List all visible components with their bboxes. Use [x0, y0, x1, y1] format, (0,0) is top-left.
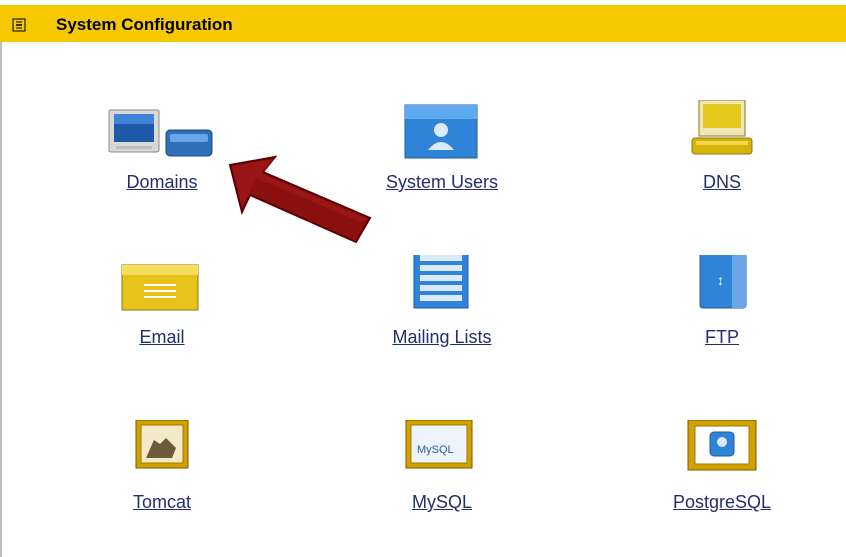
postgresql-link[interactable]: PostgreSQL — [612, 492, 832, 513]
system-configuration-panel: System Configuration Domains System User… — [0, 0, 846, 557]
postgresql-item[interactable]: PostgreSQL — [612, 420, 832, 520]
ftp-item[interactable]: ↕ FTP — [612, 255, 832, 355]
tomcat-item[interactable]: Tomcat — [52, 420, 272, 520]
email-item[interactable]: Email — [52, 255, 272, 355]
mysql-item[interactable]: MySQL MySQL — [332, 420, 552, 520]
svg-text:↕: ↕ — [717, 272, 724, 288]
pointer-arrow-icon — [228, 155, 372, 244]
email-icon — [121, 264, 199, 311]
svg-text:MySQL: MySQL — [417, 444, 454, 456]
mailing-lists-icon — [413, 255, 469, 309]
ftp-link[interactable]: FTP — [612, 327, 832, 348]
dns-item[interactable]: DNS — [612, 100, 832, 200]
email-link[interactable]: Email — [52, 327, 272, 348]
tomcat-icon — [135, 420, 189, 469]
dns-icon — [691, 100, 753, 155]
panel-header: System Configuration — [0, 0, 846, 42]
ftp-icon: ↕ — [699, 255, 747, 309]
mailing-lists-item[interactable]: Mailing Lists — [332, 255, 552, 355]
dns-link[interactable]: DNS — [612, 172, 832, 193]
mysql-link[interactable]: MySQL — [332, 492, 552, 513]
panel-title: System Configuration — [56, 15, 233, 34]
mysql-icon: MySQL — [405, 420, 473, 469]
postgresql-icon — [687, 420, 757, 471]
mailing-lists-link[interactable]: Mailing Lists — [332, 327, 552, 348]
collapse-icon[interactable] — [12, 18, 26, 32]
panel-border — [0, 42, 2, 557]
tomcat-link[interactable]: Tomcat — [52, 492, 272, 513]
